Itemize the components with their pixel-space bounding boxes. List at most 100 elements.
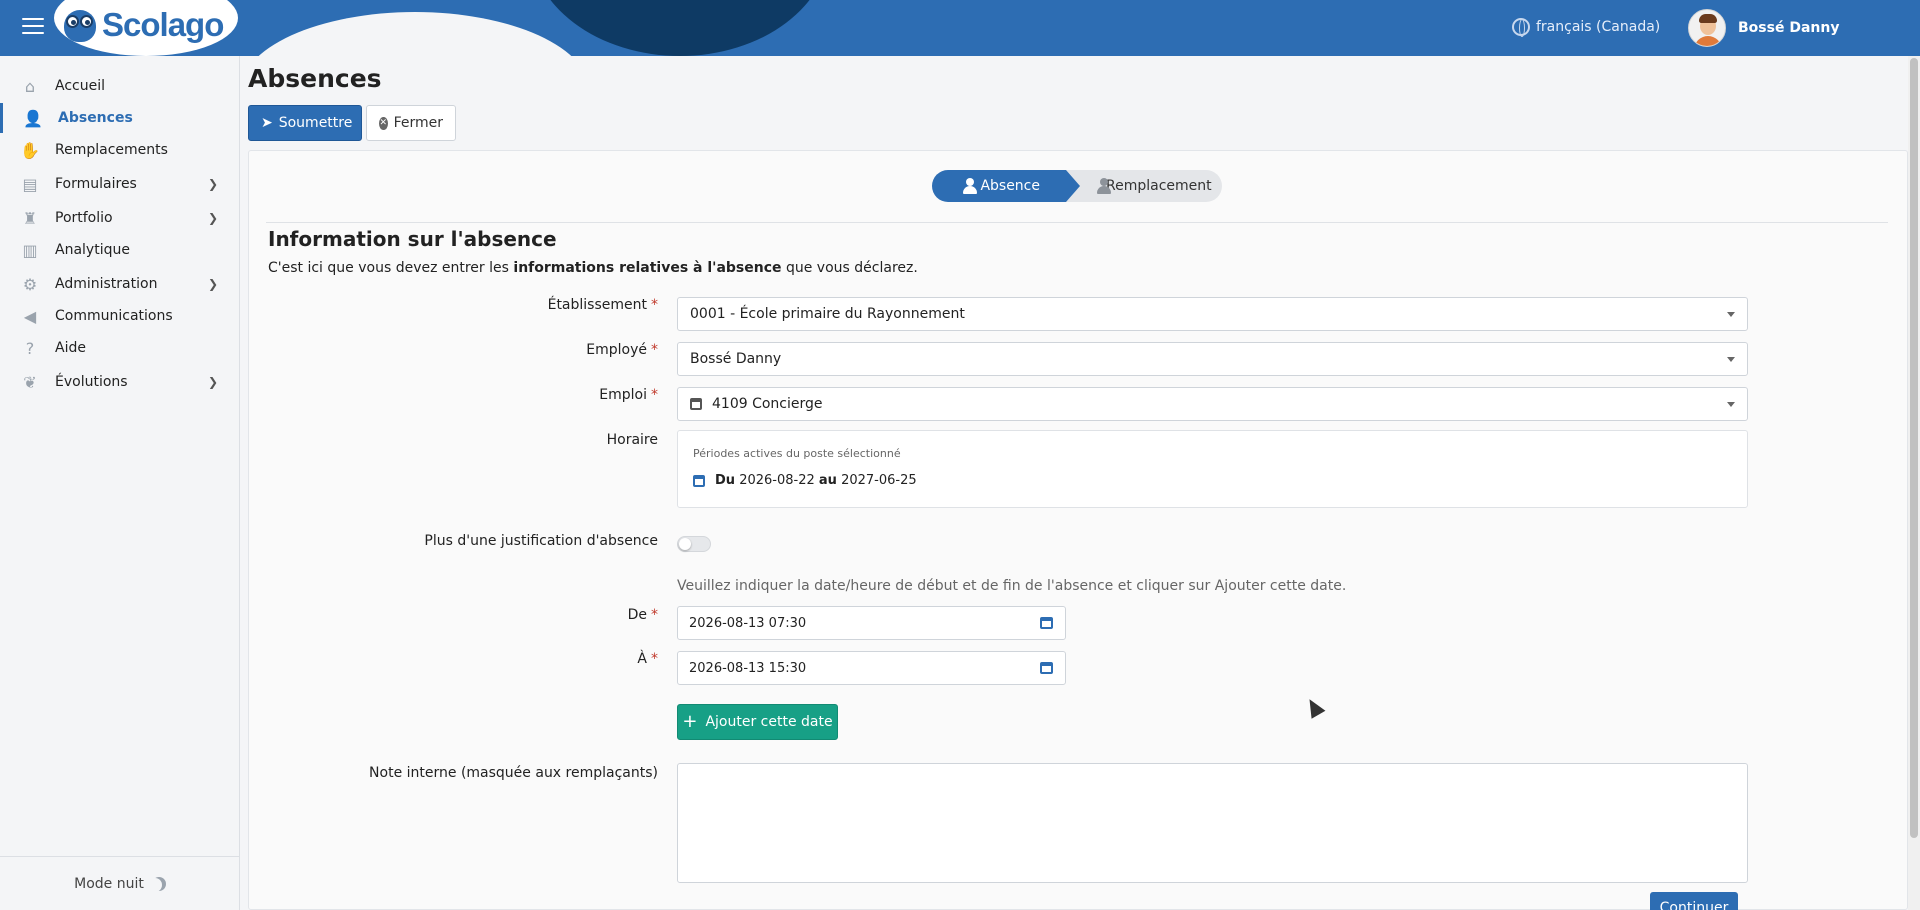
section-description: C'est ici que vous devez entrer les info… (268, 260, 918, 276)
submit-button[interactable]: ➤ Soumettre (248, 105, 362, 141)
submit-button-label: Soumettre (278, 115, 353, 131)
wizard-steps: Absence Remplacement (932, 170, 1222, 202)
sidebar-item-evolutions[interactable]: ❦ Évolutions ❯ (0, 367, 240, 397)
horaire-caption: Périodes actives du poste sélectionné (693, 447, 901, 460)
a-datetime-input[interactable]: 2026-08-13 15:30 (677, 651, 1066, 685)
sidebar-item-communications[interactable]: ◀ Communications (0, 301, 240, 331)
horaire-label: Horaire (606, 432, 658, 448)
home-icon: ⌂ (24, 76, 36, 96)
close-button[interactable]: ✕ Fermer (366, 105, 456, 141)
scrollbar-thumb[interactable] (1910, 58, 1918, 838)
scrollbar[interactable] (1908, 56, 1920, 910)
note-textarea[interactable] (677, 763, 1748, 883)
sidebar-item-label: Formulaires (55, 176, 137, 192)
employe-select[interactable]: Bossé Danny (677, 342, 1748, 376)
employe-value: Bossé Danny (690, 351, 782, 367)
sidebar-item-label: Accueil (55, 78, 105, 94)
etablissement-label: Établissement * (268, 297, 658, 313)
brand-name: Scolago (102, 6, 224, 43)
continue-button[interactable]: Continuer (1650, 892, 1738, 910)
wizard-step-label: Remplacement (1106, 178, 1212, 194)
horaire-period: Du 2026-08-22 au 2027-06-25 (693, 473, 917, 488)
sidebar-item-label: Analytique (55, 242, 130, 258)
chevron-right-icon: ❯ (208, 375, 219, 389)
chevron-right-icon: ❯ (208, 277, 219, 291)
calendar-icon[interactable] (1040, 662, 1053, 674)
header-decoration-light (240, 12, 590, 56)
desc-text: C'est ici que vous devez entrer les (268, 260, 514, 276)
logo[interactable]: Scolago (62, 6, 224, 44)
wizard-step-absence[interactable]: Absence (932, 170, 1080, 202)
etablissement-select[interactable]: 0001 - École primaire du Rayonnement (677, 297, 1748, 331)
a-value: 2026-08-13 15:30 (689, 660, 807, 676)
user-clock-icon: 👤 (23, 108, 43, 128)
sidebar-item-label: Absences (58, 110, 133, 126)
menu-toggle-icon[interactable] (22, 18, 44, 36)
calendar-icon (690, 398, 702, 410)
sidebar: ⌂ Accueil 👤 Absences ✋ Remplacements ▤ F… (0, 56, 240, 910)
caret-down-icon (1727, 357, 1735, 362)
calendar-icon[interactable] (1040, 617, 1053, 629)
required-mark: * (651, 651, 658, 667)
user-name: Bossé Danny (1738, 20, 1840, 36)
sidebar-item-analytique[interactable]: ▥ Analytique (0, 235, 240, 265)
sidebar-item-formulaires[interactable]: ▤ Formulaires ❯ (0, 169, 240, 199)
sidebar-item-absences[interactable]: 👤 Absences (0, 103, 240, 133)
caret-down-icon (1727, 312, 1735, 317)
question-icon: ? (25, 338, 35, 358)
continue-label: Continuer (1659, 900, 1729, 910)
top-bar: Scolago français (Canada) Bossé Danny (0, 0, 1920, 56)
required-mark: * (651, 342, 658, 358)
required-mark: * (651, 607, 658, 623)
period-start: 2026-08-22 (739, 473, 815, 488)
de-datetime-input[interactable]: 2026-08-13 07:30 (677, 606, 1066, 640)
section-title: Information sur l'absence (268, 227, 557, 251)
sidebar-item-label: Évolutions (55, 374, 128, 390)
sidebar-item-remplacements[interactable]: ✋ Remplacements (0, 135, 240, 165)
user-menu[interactable]: Bossé Danny (1688, 9, 1839, 47)
date-hint: Veuillez indiquer la date/heure de début… (677, 578, 1347, 594)
chevron-right-icon: ❯ (208, 211, 219, 225)
calendar-check-icon (693, 474, 705, 487)
header-decoration-dark (530, 0, 830, 56)
field-label-text: De (627, 607, 647, 623)
justification-toggle[interactable] (677, 536, 711, 552)
user-icon (962, 178, 977, 194)
page-title: Absences (248, 64, 382, 93)
handshake-icon: ✋ (20, 140, 40, 160)
sidebar-item-portfolio[interactable]: ♜ Portfolio ❯ (0, 203, 240, 233)
sidebar-item-accueil[interactable]: ⌂ Accueil (0, 71, 240, 101)
sidebar-item-aide[interactable]: ? Aide (0, 333, 240, 363)
language-selector[interactable]: français (Canada) (1512, 18, 1661, 37)
avatar (1688, 9, 1726, 47)
employe-label: Employé * (268, 342, 658, 358)
field-label-text: Établissement (547, 297, 647, 313)
emploi-value: 4109 Concierge (712, 396, 823, 412)
gear-icon: ⚙ (22, 274, 38, 294)
wizard-step-label: Absence (980, 178, 1040, 194)
seedling-icon: ❦ (23, 372, 37, 392)
language-label: français (Canada) (1536, 19, 1661, 35)
forms-icon: ▤ (22, 174, 38, 194)
field-label-text: À (637, 651, 647, 667)
justification-label: Plus d'une justification d'absence (424, 533, 658, 549)
add-date-button[interactable]: + Ajouter cette date (677, 704, 838, 740)
paper-plane-icon: ➤ (261, 115, 273, 131)
add-date-label: Ajouter cette date (705, 714, 833, 730)
close-icon: ✕ (379, 116, 388, 130)
wizard-step-remplacement[interactable]: Remplacement (1066, 170, 1222, 202)
section-divider (266, 222, 1888, 223)
moon-icon (148, 878, 162, 892)
toggle-knob (679, 538, 691, 550)
owl-logo-icon (62, 6, 98, 44)
a-label: À * (268, 651, 658, 667)
megaphone-icon: ◀ (23, 306, 37, 326)
night-mode-toggle[interactable]: Mode nuit (0, 856, 240, 910)
emploi-select[interactable]: 4109 Concierge (677, 387, 1748, 421)
close-button-label: Fermer (393, 115, 443, 131)
sidebar-item-label: Administration (55, 276, 158, 292)
horaire-box: Périodes actives du poste sélectionné Du… (677, 430, 1748, 508)
sidebar-item-administration[interactable]: ⚙ Administration ❯ (0, 269, 240, 299)
sidebar-item-label: Communications (55, 308, 173, 324)
required-mark: * (651, 387, 658, 403)
